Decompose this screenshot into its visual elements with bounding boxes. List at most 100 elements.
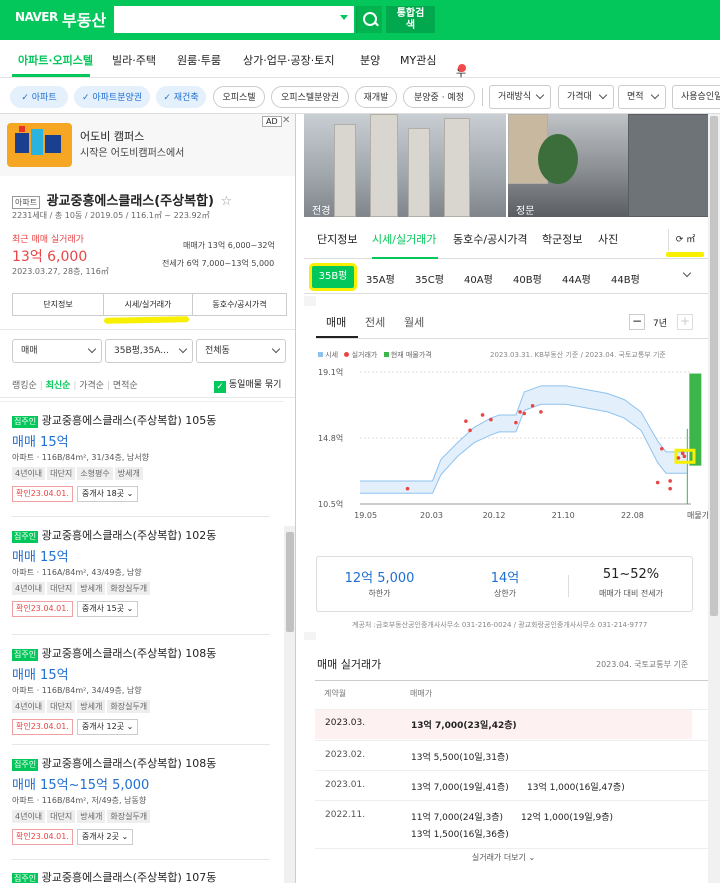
tab-unit-number[interactable]: 동호수/공시가격 <box>193 294 286 315</box>
select-pyeong[interactable]: 35B평,35A... <box>105 339 193 363</box>
tab-price[interactable]: 시세/실거래가 <box>103 294 193 315</box>
unit-toggle-button[interactable]: ⟳ ㎡ <box>668 229 702 251</box>
nav-oneroom[interactable]: 원룸·투룸 <box>177 52 221 68</box>
tag: 대단지 <box>47 467 76 480</box>
broker-count-button[interactable]: 중개사 2곳 ⌄ <box>76 829 134 845</box>
x-tick-label: 20.03 <box>420 511 443 520</box>
service-logo[interactable]: 부동산 <box>62 7 106 31</box>
total-search-button[interactable]: 통합검 색 <box>386 6 435 33</box>
chevron-down-icon[interactable] <box>682 268 692 278</box>
close-icon[interactable]: ✕ <box>282 115 290 126</box>
tag: 방세개 <box>77 582 106 595</box>
tab-unit-number[interactable]: 동호수/공시가격 <box>453 231 528 247</box>
scrollbar-thumb[interactable] <box>710 116 718 616</box>
scrollbar-thumb[interactable] <box>286 532 294 632</box>
tab-photo[interactable]: 사진 <box>598 231 618 247</box>
page-scrollbar[interactable] <box>708 114 720 883</box>
tab-complex-info[interactable]: 단지정보 <box>13 294 103 315</box>
chip-reconstruction[interactable]: ✓ 재건축 <box>156 86 206 108</box>
select-area[interactable]: 면적 <box>618 85 666 109</box>
nav-presale[interactable]: 분양 <box>360 52 380 68</box>
same-listing-toggle[interactable]: ✓ 동일매물 묶기 <box>214 377 281 393</box>
photo-gate[interactable]: 정문 <box>508 114 720 217</box>
chip-officetel[interactable]: 오피스텔 <box>213 86 265 108</box>
nav-apartment[interactable]: 아파트·오피스텔 <box>18 52 93 68</box>
select-trade-type[interactable]: 거래방식 <box>489 85 551 109</box>
chip-label: 아파트 <box>31 93 57 103</box>
x-tick-label: 21.10 <box>552 511 575 520</box>
tab-sale[interactable]: 매매 <box>326 314 346 330</box>
sort-price[interactable]: 가격순 <box>79 381 104 391</box>
new-badge-icon <box>458 64 466 72</box>
sort-ranking[interactable]: 랭킹순 <box>12 381 37 391</box>
list-item[interactable]: 집주인 광교중흥에스클래스(주상복합) 107동 <box>12 869 270 883</box>
chevron-down-icon <box>271 344 281 354</box>
nav-commercial[interactable]: 상가·업무·공장·토지 <box>243 52 334 68</box>
trade-point <box>660 446 664 451</box>
select-building[interactable]: 전체동 <box>196 339 286 363</box>
chip-redevelopment[interactable]: 재개발 <box>355 86 397 108</box>
list-item[interactable]: 집주인 광교중흥에스클래스(주상복합) 108동 매매 15억~15억 5,00… <box>12 755 270 845</box>
nav-active-underline <box>12 74 90 77</box>
nav-villa[interactable]: 빌라·주택 <box>112 52 156 68</box>
listing-title: 광교중흥에스클래스(주상복합) 102동 <box>41 529 217 542</box>
broker-count-button[interactable]: 중개사 15곳 ⌄ <box>76 601 139 617</box>
select-trade[interactable]: 매매 <box>12 339 102 363</box>
zoom-in-button[interactable]: + <box>677 314 693 330</box>
more-label: 실거래가 더보기 <box>471 853 526 862</box>
table-row[interactable]: 2023.03. 13억 7,000(23일,42층) <box>315 710 692 739</box>
highlight-mark <box>666 252 704 257</box>
chip-apartment[interactable]: ✓ 아파트 <box>10 86 68 108</box>
refresh-icon: ⟳ <box>675 235 684 245</box>
pyeong-tab-40a[interactable]: 40A평 <box>464 271 493 286</box>
pyeong-tab-44a[interactable]: 44A평 <box>562 271 591 286</box>
tab-price[interactable]: 시세/실거래가 <box>372 231 436 247</box>
pyeong-tab-35b[interactable]: 35B평 <box>312 266 354 288</box>
legend-swatch <box>318 352 323 357</box>
table-row[interactable]: 2023.02. 13억 5,500(10일,31층) <box>315 741 692 771</box>
pyeong-tab-40b[interactable]: 40B평 <box>513 271 542 286</box>
listing-scrollbar[interactable] <box>284 526 295 883</box>
broker-count-button[interactable]: 중개사 12곳 ⌄ <box>76 719 139 735</box>
tag: 화장실두개 <box>107 582 151 595</box>
sort-area[interactable]: 면적순 <box>113 381 138 391</box>
list-item[interactable]: 집주인 광교중흥에스클래스(주상복합) 105동 매매 15억 아파트 · 11… <box>12 412 270 502</box>
table-row[interactable]: 2023.01. 13억 7,000(19일,41층) 13억 1,000(16… <box>315 771 692 801</box>
favorite-star-icon[interactable]: ☆ <box>220 194 232 209</box>
chip-officetel-presale[interactable]: 오피스텔분양권 <box>271 86 349 108</box>
chip-presale-scheduled[interactable]: 분양중 · 예정 <box>403 86 475 108</box>
ad-title: 어도비 캠퍼스 <box>80 130 145 143</box>
select-approval-date[interactable]: 사용승인일 <box>672 85 720 109</box>
list-item[interactable]: 집주인 광교중흥에스클래스(주상복합) 102동 매매 15억 아파트 · 11… <box>12 527 270 617</box>
table-row[interactable]: 2022.11. 11억 7,000(24일,3층) 12억 1,000(19일… <box>315 801 692 847</box>
trade-point <box>682 454 687 459</box>
broker-count-button[interactable]: 중개사 18곳 ⌄ <box>76 486 139 502</box>
tab-jeonse[interactable]: 전세 <box>365 314 385 330</box>
select-price-range[interactable]: 가격대 <box>558 85 614 109</box>
pyeong-tab-35c[interactable]: 35C평 <box>415 271 444 286</box>
chip-apartment-presale[interactable]: ✓ 아파트분양권 <box>74 86 150 108</box>
tab-complex-info[interactable]: 단지정보 <box>317 231 357 247</box>
dropdown-arrow-icon[interactable] <box>340 15 348 20</box>
pyeong-tab-35a[interactable]: 35A평 <box>366 271 395 286</box>
listing-detail: 아파트 · 116B/84m², 저/49층, 남동향 <box>12 796 147 805</box>
search-button[interactable] <box>356 6 382 33</box>
confirm-date: 확인23.04.01. <box>12 601 73 617</box>
naver-logo[interactable]: NAVER <box>15 10 58 24</box>
photo-overview[interactable]: 전경 <box>304 114 506 217</box>
sort-latest[interactable]: 최신순 <box>46 381 71 391</box>
ad-banner[interactable]: 어도비 캠퍼스 시작은 어도비캠퍼스에서 AD ✕ <box>0 114 295 176</box>
chevron-down-icon <box>87 344 97 354</box>
pyeong-tab-44b[interactable]: 44B평 <box>611 271 640 286</box>
trade-point <box>539 410 543 414</box>
nav-my-interest[interactable]: MY관심 <box>400 52 436 68</box>
trade-type-tabs: 매매 전세 월세 − 7년 + <box>304 306 720 340</box>
broker-count: 중개사 12곳 <box>81 722 125 731</box>
tab-school[interactable]: 학군정보 <box>542 231 582 247</box>
more-trades-button[interactable]: 실거래가 더보기 ⌄ <box>315 852 692 863</box>
tab-monthly[interactable]: 월세 <box>404 314 424 330</box>
ad-image <box>7 123 72 167</box>
search-input[interactable] <box>114 6 354 33</box>
zoom-out-button[interactable]: − <box>629 314 645 330</box>
list-item[interactable]: 집주인 광교중흥에스클래스(주상복합) 108동 매매 15억 아파트 · 11… <box>12 645 270 735</box>
